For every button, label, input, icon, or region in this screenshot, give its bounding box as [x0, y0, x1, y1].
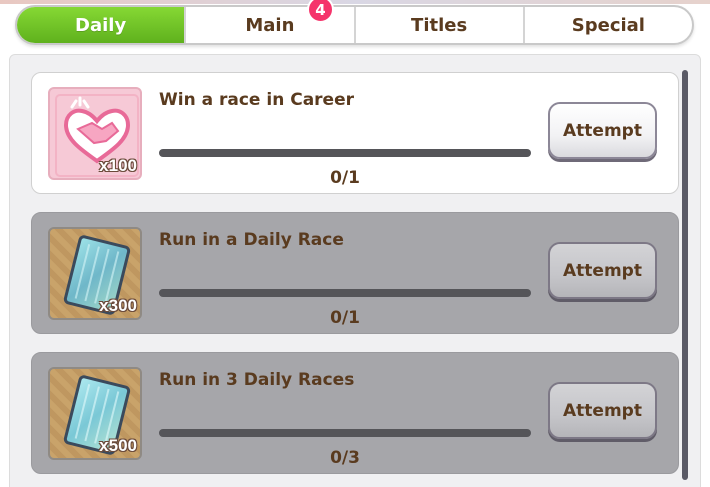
reward-quantity: x500 [99, 436, 137, 455]
tab-daily[interactable]: Daily [17, 7, 185, 43]
mission-title: Run in 3 Daily Races [159, 370, 355, 390]
mission-progress-count: 0/3 [330, 448, 360, 468]
mission-progress-count: 0/1 [330, 308, 360, 328]
reward-quantity: x300 [99, 296, 137, 315]
mission-card: x300 Run in a Daily Race 0/1 Attempt [31, 212, 679, 334]
mission-card: x500 Run in 3 Daily Races 0/3 Attempt [31, 352, 679, 474]
mission-progress-count: 0/1 [330, 168, 360, 188]
mission-progress-bar [159, 429, 531, 437]
mission-title: Win a race in Career [159, 90, 354, 110]
scrollbar[interactable] [682, 70, 688, 480]
tab-titles[interactable]: Titles [353, 7, 523, 43]
top-decor-strip [0, 0, 710, 4]
mission-card: x100 Win a race in Career 0/1 Attempt [31, 72, 679, 194]
reward-icon-box: x300 [48, 227, 142, 320]
tab-special[interactable]: Special [522, 7, 692, 43]
reward-icon-box: x100 [48, 87, 142, 180]
mission-title: Run in a Daily Race [159, 230, 344, 250]
reward-quantity: x100 [99, 156, 137, 175]
attempt-button[interactable]: Attempt [548, 242, 657, 299]
attempt-button[interactable]: Attempt [548, 102, 657, 159]
reward-icon-box: x500 [48, 367, 142, 460]
mission-tabs: Daily Main Titles Special [15, 5, 694, 45]
mission-progress-bar [159, 289, 531, 297]
mission-progress-bar [159, 149, 531, 157]
attempt-button[interactable]: Attempt [548, 382, 657, 439]
